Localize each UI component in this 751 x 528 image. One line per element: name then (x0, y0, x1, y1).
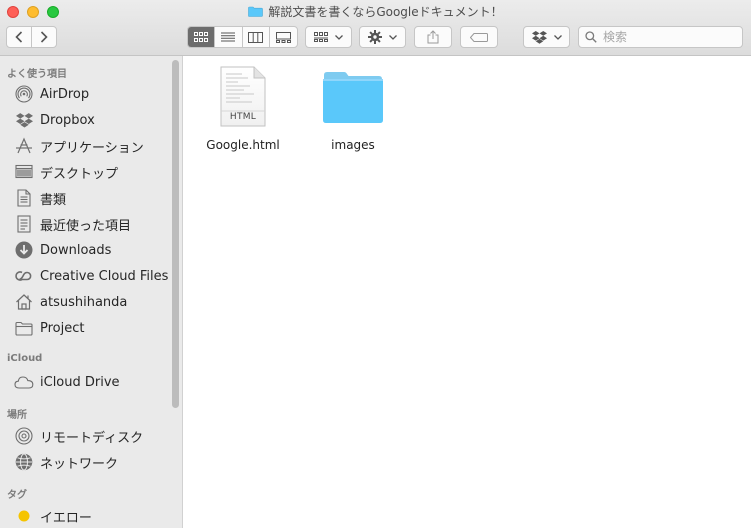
sidebar-item-home[interactable]: atsushihanda (14, 291, 174, 313)
airdrop-icon (14, 85, 34, 103)
search-field[interactable] (578, 26, 743, 48)
sidebar-item-documents[interactable]: 書類 (14, 187, 174, 209)
sidebar: よく使う項目 AirDrop Dropbox アプリケーション デスクトップ 書… (0, 56, 183, 528)
back-button[interactable] (7, 27, 32, 47)
sidebar-item-icloud-drive[interactable]: iCloud Drive (14, 371, 174, 393)
list-icon (221, 32, 236, 42)
share-button[interactable] (414, 26, 452, 48)
folder-icon (14, 319, 34, 337)
tag-icon (470, 32, 488, 42)
sidebar-item-desktop[interactable]: デスクトップ (14, 161, 174, 183)
columns-icon (248, 31, 264, 43)
gear-icon (368, 30, 382, 44)
action-menu-button[interactable] (359, 26, 406, 48)
remote-disc-icon (14, 427, 34, 445)
file-item-google-html[interactable]: HTML Google.html (198, 66, 288, 152)
view-mode-control (187, 26, 298, 48)
applications-icon (14, 137, 34, 155)
window-title-bar: 解説文書を書くならGoogleドキュメント！ (0, 3, 751, 21)
sidebar-item-recents[interactable]: 最近使った項目 (14, 213, 174, 235)
icon-view-button[interactable] (188, 27, 216, 47)
creative-cloud-icon (14, 267, 34, 285)
sidebar-item-creative-cloud-files[interactable]: Creative Cloud Files (14, 265, 174, 287)
file-browser-content: HTML Google.html images (184, 56, 751, 528)
group-grid-icon (314, 32, 328, 42)
column-view-button[interactable] (243, 27, 270, 47)
recents-icon (14, 215, 34, 233)
chevron-down-icon (335, 34, 343, 40)
edit-tags-button[interactable] (460, 26, 498, 48)
dropbox-icon (531, 30, 547, 44)
search-input[interactable] (601, 29, 735, 45)
sidebar-section-icloud: iCloud (7, 353, 43, 364)
folder-icon (248, 4, 264, 17)
dropbox-menu-button[interactable] (523, 26, 570, 48)
documents-icon (14, 189, 34, 207)
search-icon (585, 31, 597, 43)
file-name: Google.html (206, 138, 280, 152)
chevron-down-icon (553, 34, 562, 40)
sidebar-section-favorites: よく使う項目 (7, 69, 67, 80)
sidebar-item-applications[interactable]: アプリケーション (14, 135, 174, 157)
share-icon (427, 30, 439, 44)
forward-button[interactable] (32, 27, 56, 47)
home-icon (14, 293, 34, 311)
gallery-icon (275, 31, 291, 43)
sidebar-item-downloads[interactable]: Downloads (14, 239, 174, 261)
sidebar-item-dropbox[interactable]: Dropbox (14, 109, 174, 131)
tag-color-dot-icon (14, 507, 34, 525)
chevron-right-icon (40, 31, 48, 43)
folder-name: images (331, 138, 375, 152)
icon-grid-icon (194, 32, 209, 42)
sidebar-item-network[interactable]: ネットワーク (14, 451, 174, 473)
navigation-buttons (6, 26, 57, 48)
sidebar-item-remote-disc[interactable]: リモートディスク (14, 425, 174, 447)
dropbox-icon (14, 111, 34, 129)
group-by-button[interactable] (305, 26, 352, 48)
cloud-icon (14, 373, 34, 391)
desktop-icon (14, 163, 34, 181)
toolbar: 解説文書を書くならGoogleドキュメント！ (0, 0, 751, 56)
sidebar-section-locations: 場所 (7, 410, 27, 421)
chevron-left-icon (15, 31, 23, 43)
file-type-label: HTML (229, 112, 257, 122)
folder-item-images[interactable]: images (308, 66, 398, 152)
sidebar-item-airdrop[interactable]: AirDrop (14, 83, 174, 105)
downloads-icon (14, 241, 34, 259)
sidebar-scrollbar[interactable] (172, 60, 179, 408)
sidebar-item-tag-yellow[interactable]: イエロー (14, 505, 174, 527)
sidebar-item-project[interactable]: Project (14, 317, 174, 339)
chevron-down-icon (389, 34, 397, 40)
folder-icon (323, 72, 383, 123)
gallery-view-button[interactable] (270, 27, 297, 47)
network-icon (14, 453, 34, 471)
sidebar-section-tags: タグ (7, 490, 27, 501)
list-view-button[interactable] (215, 27, 243, 47)
window-title: 解説文書を書くならGoogleドキュメント！ (268, 5, 503, 19)
